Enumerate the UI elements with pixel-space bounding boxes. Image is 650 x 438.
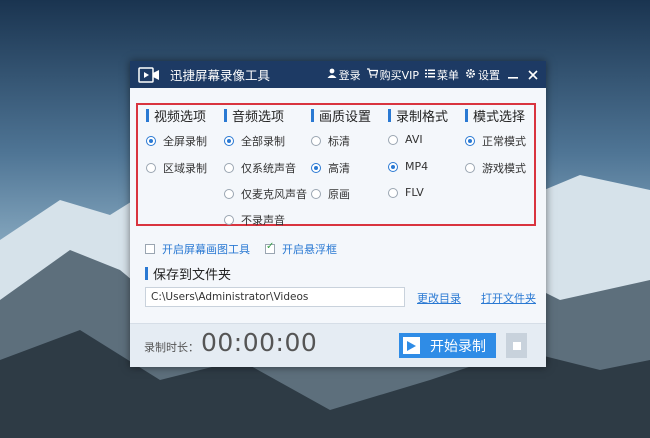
mode-options-group: 模式选择 正常模式 游戏模式 [465, 105, 535, 228]
save-path-field[interactable]: C:\Users\Administrator\Videos [145, 287, 405, 307]
mode-options-header: 模式选择 [465, 105, 525, 125]
radio-no-audio[interactable]: 不录声音 [224, 212, 285, 228]
play-icon [403, 337, 420, 354]
radio-hd[interactable]: 高清 [311, 160, 350, 176]
app-title: 迅捷屏幕录像工具 [170, 68, 271, 83]
bottom-bar: 录制时长： 00:00:00 开始录制 [130, 323, 546, 367]
radio-flv[interactable]: FLV [388, 186, 424, 199]
stop-icon [512, 341, 521, 350]
close-button[interactable] [526, 68, 540, 82]
radio-normal-mode[interactable]: 正常模式 [465, 133, 526, 149]
audio-options-group: 音频选项 全部录制 仅系统声音 仅麦克风声音 不录声音 [224, 105, 310, 228]
radio-mic-audio[interactable]: 仅麦克风声音 [224, 186, 307, 202]
user-icon [327, 68, 337, 81]
change-directory-link[interactable]: 更改目录 [417, 290, 461, 306]
radio-region[interactable]: 区域录制 [146, 160, 207, 176]
recording-options-panel: 视频选项 全屏录制 区域录制 音频选项 全部录制 仅系统声音 仅麦克风声音 不录… [136, 103, 536, 228]
radio-fullscreen[interactable]: 全屏录制 [146, 133, 207, 149]
radio-all-audio[interactable]: 全部录制 [224, 133, 285, 149]
save-folder-header: 保存到文件夹 [145, 264, 231, 283]
minimize-button[interactable] [506, 68, 520, 82]
audio-options-header: 音频选项 [224, 105, 284, 125]
gear-icon [465, 68, 476, 82]
radio-mp4[interactable]: MP4 [388, 160, 428, 173]
settings-button[interactable]: 设置 [465, 67, 500, 83]
buy-vip-button[interactable]: 购买VIP [366, 67, 419, 83]
stop-button[interactable] [506, 333, 527, 358]
start-recording-button[interactable]: 开始录制 [399, 333, 496, 358]
menu-button[interactable]: 菜单 [425, 67, 459, 83]
quality-options-group: 画质设置 标清 高清 原画 [311, 105, 387, 228]
close-icon [528, 69, 538, 80]
open-folder-link[interactable]: 打开文件夹 [481, 290, 536, 306]
radio-avi[interactable]: AVI [388, 133, 423, 146]
duration-label: 录制时长： [144, 341, 199, 354]
float-frame-checkbox[interactable]: 开启悬浮框 [265, 241, 337, 257]
quality-options-header: 画质设置 [311, 105, 371, 125]
login-button[interactable]: 登录 [327, 67, 361, 83]
recorder-window: 迅捷屏幕录像工具 登录 购买VIP 菜单 设置 视频选项 全屏录制 区域录制 音… [130, 61, 546, 367]
app-logo-icon [138, 66, 160, 84]
title-bar: 迅捷屏幕录像工具 登录 购买VIP 菜单 设置 [130, 61, 546, 88]
minimize-icon [508, 76, 518, 79]
menu-list-icon [425, 68, 435, 81]
format-options-group: 录制格式 AVI MP4 FLV [388, 105, 464, 228]
video-options-group: 视频选项 全屏录制 区域录制 [146, 105, 222, 228]
radio-original[interactable]: 原画 [311, 186, 350, 202]
cart-icon [366, 68, 378, 81]
radio-system-audio[interactable]: 仅系统声音 [224, 160, 296, 176]
duration-display: 00:00:00 [201, 328, 318, 357]
format-options-header: 录制格式 [388, 105, 448, 125]
radio-sd[interactable]: 标清 [311, 133, 350, 149]
draw-tool-checkbox[interactable]: 开启屏幕画图工具 [145, 241, 250, 257]
radio-game-mode[interactable]: 游戏模式 [465, 160, 526, 176]
video-options-header: 视频选项 [146, 105, 206, 125]
